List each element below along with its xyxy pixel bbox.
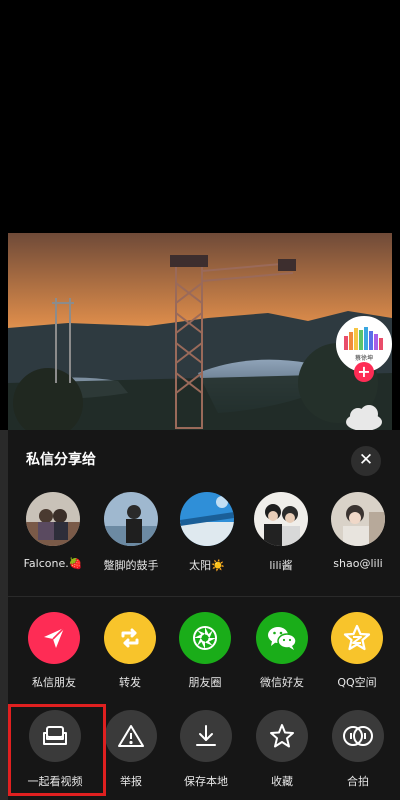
share-app-label: 朋友圈 (188, 676, 222, 689)
follow-button[interactable]: + (354, 362, 374, 382)
share-app-repost[interactable]: 转发 (94, 612, 166, 690)
close-button[interactable]: ✕ (351, 446, 381, 476)
friend-avatar (331, 492, 385, 546)
friend-name: shao@lili (333, 557, 383, 570)
friend-name: Falcone.🍓 (23, 557, 83, 570)
action-save-local[interactable]: 保存本地 (168, 710, 244, 789)
warning-icon (105, 710, 157, 762)
share-app-label: 私信朋友 (32, 676, 76, 689)
friend-avatar (26, 492, 80, 546)
wechat-icon (256, 612, 308, 664)
video-frame[interactable] (8, 233, 392, 430)
send-icon (28, 612, 80, 664)
action-label: 收藏 (271, 775, 293, 788)
qzone-icon (331, 612, 383, 664)
share-app-qzone[interactable]: QQ空间 (321, 612, 393, 690)
sheet-edge (0, 430, 8, 800)
share-sheet-title: 私信分享给 (26, 452, 96, 468)
moments-icon (179, 612, 231, 664)
friend-name: 蹩脚的鼓手 (103, 559, 159, 572)
friend-item[interactable]: lili酱 (245, 492, 317, 573)
friend-name: lili酱 (269, 559, 293, 572)
star-icon (256, 710, 308, 762)
action-label: 保存本地 (184, 775, 228, 788)
video-player[interactable]: 蔡徐坤 + (0, 0, 400, 430)
share-app-moments[interactable]: 朋友圈 (169, 612, 241, 690)
share-app-label: 转发 (119, 676, 141, 689)
friend-avatar (254, 492, 308, 546)
download-icon (180, 710, 232, 762)
svg-text:蔡徐坤: 蔡徐坤 (355, 354, 373, 362)
video-thumbnail (8, 233, 392, 430)
comment-icon[interactable] (344, 402, 384, 430)
highlight-annotation-box (8, 704, 106, 796)
share-app-wechat[interactable]: 微信好友 (246, 612, 318, 690)
friend-name: 太阳☀️ (189, 559, 225, 572)
action-duet[interactable]: 合拍 (320, 710, 396, 789)
share-app-label: QQ空间 (337, 676, 377, 689)
action-label: 合拍 (347, 775, 369, 788)
friend-item[interactable]: 蹩脚的鼓手 (95, 492, 167, 573)
divider (8, 596, 400, 597)
repost-icon (104, 612, 156, 664)
friend-avatar (180, 492, 234, 546)
friend-item[interactable]: shao@lili (322, 492, 394, 570)
share-app-label: 微信好友 (260, 676, 304, 689)
friend-item[interactable]: Falcone.🍓 (17, 492, 89, 570)
duet-icon (332, 710, 384, 762)
share-app-private-message[interactable]: 私信朋友 (18, 612, 90, 690)
action-favorite[interactable]: 收藏 (244, 710, 320, 789)
friend-avatar (104, 492, 158, 546)
friend-item[interactable]: 太阳☀️ (171, 492, 243, 573)
